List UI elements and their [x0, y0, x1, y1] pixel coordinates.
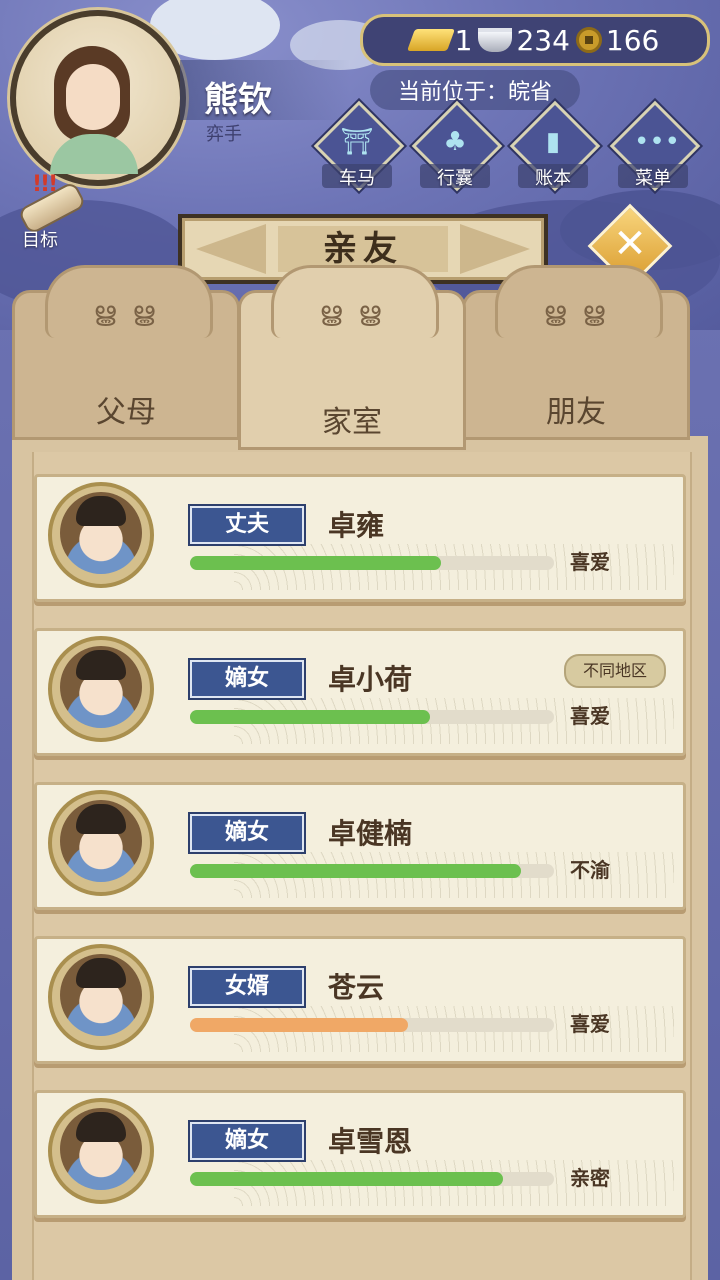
cloud-swirl-icon: ൠ ൠ	[93, 297, 159, 327]
relation-role: 嫡女	[190, 814, 304, 852]
bundle-icon: ♣	[443, 127, 467, 157]
menu-button-carriage[interactable]: ⛩ 车马	[313, 100, 405, 192]
affection-bar	[190, 1172, 554, 1186]
affection-bar	[190, 710, 554, 724]
copper-currency: 166	[575, 23, 660, 57]
gold-amount: 1	[454, 23, 473, 57]
relative-card[interactable]: 嫡女 卓健楠 不渝	[34, 782, 686, 910]
affection-fill	[190, 864, 522, 878]
portrait-robe	[50, 134, 138, 174]
affection-bar	[190, 556, 554, 570]
relative-card[interactable]: 嫡女 卓雪恩 亲密	[34, 1090, 686, 1218]
relation-status: 喜爱	[570, 1012, 610, 1036]
cloud-swirl-icon: ൠ ൠ	[319, 297, 385, 327]
tab-label: 父母	[96, 395, 156, 430]
relation-role: 丈夫	[190, 506, 304, 544]
relation-role: 嫡女	[190, 660, 304, 698]
more-icon: •••	[634, 127, 681, 157]
relative-card[interactable]: 女婿 苍云 喜爱	[34, 936, 686, 1064]
close-icon: ✕	[613, 221, 647, 267]
affection-fill	[190, 556, 442, 570]
tab-label: 朋友	[546, 395, 606, 430]
player-rank: 弈手	[206, 124, 242, 145]
currency-bar: 1 234 166	[360, 14, 710, 66]
menu-button-bundle[interactable]: ♣ 行囊	[411, 100, 503, 192]
relative-card[interactable]: 丈夫 卓雍 喜爱	[34, 474, 686, 602]
affection-fill	[190, 710, 431, 724]
relative-name: 卓小荷	[328, 663, 413, 696]
tab-label: 家室	[322, 405, 382, 440]
copper-amount: 166	[605, 23, 660, 57]
cloud-swirl-icon: ൠ ൠ	[543, 297, 609, 327]
menu-label: 菜单	[635, 168, 671, 189]
tab-family[interactable]: ൠ ൠ 家室	[238, 265, 466, 450]
player-name: 熊钦	[204, 80, 272, 120]
relation-role: 嫡女	[190, 1122, 304, 1160]
gold-currency: 1	[406, 23, 473, 57]
gold-ingot-icon	[406, 29, 455, 51]
relative-name: 卓雪恩	[328, 1125, 413, 1158]
relative-name: 苍云	[328, 971, 385, 1004]
relative-name: 卓雍	[328, 509, 385, 542]
target-button[interactable]: !!! 目标	[10, 172, 87, 252]
relation-role: 女婿	[190, 968, 304, 1006]
menu-label: 账本	[535, 168, 571, 189]
affection-fill	[190, 1018, 409, 1032]
relation-status: 喜爱	[570, 550, 610, 574]
silver-currency: 234	[478, 23, 570, 57]
tab-friends[interactable]: ൠ ൠ 朋友	[462, 265, 690, 440]
menu-label: 车马	[339, 168, 375, 189]
location-label: 当前位于：皖省	[370, 70, 580, 110]
relation-status: 不渝	[570, 858, 610, 882]
copper-coin-icon	[575, 27, 602, 53]
relation-status: 喜爱	[570, 704, 610, 728]
carriage-icon: ⛩	[340, 127, 374, 157]
menu-button-ledger[interactable]: ▮ 账本	[509, 100, 601, 192]
player-portrait[interactable]	[10, 10, 186, 186]
region-badge: 不同地区	[564, 654, 666, 688]
affection-bar	[190, 1018, 554, 1032]
relative-name: 卓健楠	[328, 817, 413, 850]
silver-amount: 234	[516, 23, 570, 57]
menu-label: 行囊	[437, 168, 473, 189]
relative-card[interactable]: 嫡女 卓小荷 不同地区 喜爱	[34, 628, 686, 756]
close-button[interactable]: ✕	[600, 216, 660, 272]
affection-bar	[190, 864, 554, 878]
relation-status: 亲密	[570, 1166, 610, 1190]
silver-ingot-icon	[478, 28, 513, 52]
affection-fill	[190, 1172, 504, 1186]
portrait-face	[66, 64, 120, 130]
ledger-icon: ▮	[545, 127, 561, 157]
target-label: 目标	[22, 230, 58, 251]
menu-button-more[interactable]: ••• 菜单	[609, 100, 701, 192]
tab-parents[interactable]: ൠ ൠ 父母	[12, 265, 240, 440]
